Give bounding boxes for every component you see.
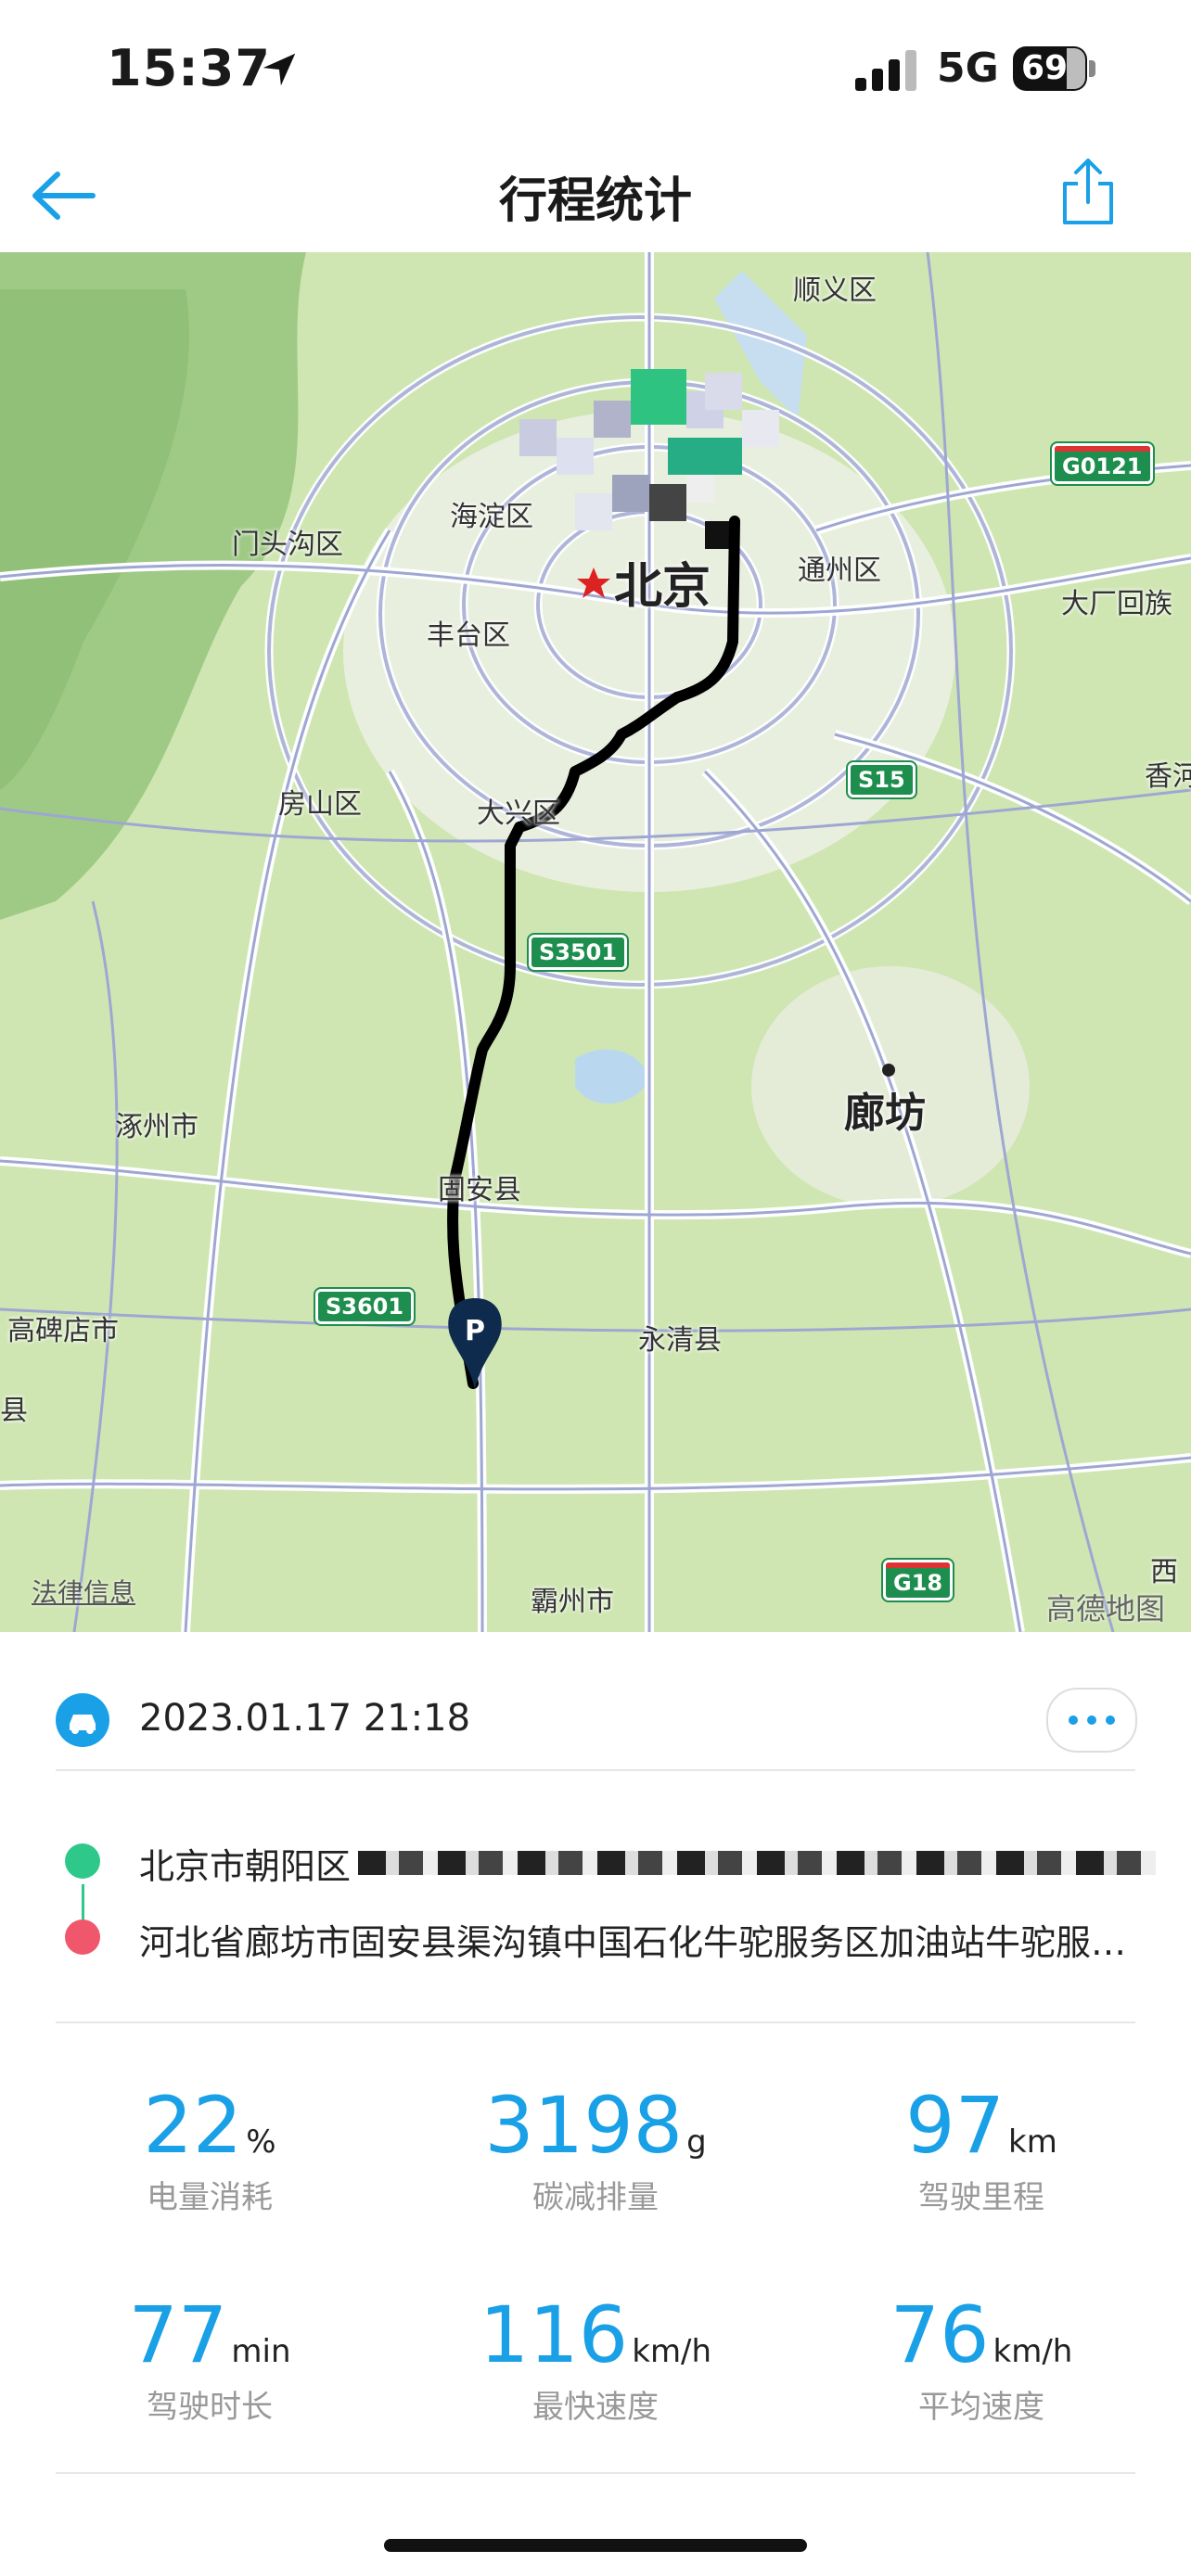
legal-info-link[interactable]: 法律信息 [32, 1573, 135, 1610]
stat-value: 77 [128, 2289, 228, 2380]
map-label-mentougou: 门头沟区 [232, 529, 343, 561]
start-dot-icon [65, 1843, 100, 1879]
map-label-zhuozhou: 涿州市 [115, 1111, 198, 1143]
stat-distance: 97 km 驾驶里程 [796, 2086, 1167, 2217]
end-dot-icon [65, 1919, 100, 1955]
stat-carbon-reduction: 3198 g 碳减排量 [410, 2086, 781, 2217]
divider [56, 2472, 1135, 2474]
start-location-row: 北京市朝阳区 [56, 1829, 1156, 1887]
stat-unit: min [231, 2333, 291, 2370]
stat-unit: g [686, 2123, 707, 2161]
map-label-daxing: 大兴区 [477, 797, 560, 830]
stat-value: 76 [890, 2289, 990, 2380]
trip-info-panel: 2023.01.17 21:18 北京市朝阳区 河北省廊坊市固安县渠沟镇中国石化… [0, 1632, 1191, 2576]
page-title: 行程统计 [498, 173, 692, 229]
signal-icon [855, 50, 916, 91]
end-location: 河北省廊坊市固安县渠沟镇中国石化牛驼服务区加油站牛驼服务区 [139, 1922, 1132, 1963]
end-location-row: 河北省廊坊市固安县渠沟镇中国石化牛驼服务区加油站牛驼服务区 [56, 1905, 1135, 1963]
location-arrow-icon [263, 53, 296, 86]
map-label-xian: 县 [0, 1395, 28, 1427]
parking-marker-label: P [465, 1315, 485, 1347]
stat-value: 22 [143, 2080, 243, 2171]
map-label-langfang: 廊坊 [844, 1090, 926, 1137]
share-icon[interactable] [1057, 158, 1119, 226]
stat-label: 驾驶时长 [147, 2389, 273, 2426]
stat-duration: 77 min 驾驶时长 [24, 2296, 395, 2427]
home-indicator[interactable] [384, 2539, 807, 2552]
stat-label: 电量消耗 [147, 2179, 273, 2216]
stat-max-speed: 116 km/h 最快速度 [410, 2296, 781, 2427]
stat-label: 平均速度 [918, 2389, 1044, 2426]
highway-shield-s3501: S3501 [526, 933, 630, 972]
map-label-fangshan: 房山区 [278, 788, 362, 821]
stat-unit: % [246, 2123, 276, 2161]
divider [56, 1769, 1135, 1771]
highway-shield-g18: G18 [880, 1558, 955, 1602]
map-label-beijing: 北京 [614, 559, 711, 615]
trip-datetime: 2023.01.17 21:18 [139, 1697, 471, 1740]
stat-battery-used: 22% 电量消耗 [24, 2086, 395, 2217]
map-label-bazhou: 霸州市 [531, 1586, 614, 1618]
highway-shield-s3601: S3601 [313, 1287, 416, 1326]
map-label-dachang: 大厂回族 [1061, 588, 1172, 620]
map-label-fengtai: 丰台区 [427, 619, 510, 652]
stat-label: 碳减排量 [532, 2179, 659, 2216]
map-label-xi: 西 [1150, 1556, 1178, 1588]
stat-value: 3198 [484, 2080, 684, 2171]
more-options-button[interactable] [1046, 1688, 1137, 1753]
map-label-xiang: 香河 [1145, 760, 1191, 793]
trip-date-row: 2023.01.17 21:18 [56, 1688, 1137, 1786]
map-label-gu-an: 固安县 [438, 1174, 521, 1206]
network-type: 5G [937, 45, 999, 92]
stat-unit: km [1008, 2123, 1057, 2161]
stat-unit: km/h [632, 2333, 712, 2370]
status-bar: 15:37 5G 69 [0, 0, 1191, 139]
map-label-gaobeidian: 高碑店市 [7, 1315, 119, 1347]
map-label-tongzhou: 通州区 [798, 555, 881, 587]
map-label-yongqing: 永清县 [638, 1324, 722, 1357]
map-label-shunyi: 顺义区 [793, 274, 877, 307]
stat-label: 驾驶里程 [918, 2179, 1044, 2216]
stat-label: 最快速度 [532, 2389, 659, 2426]
map-attribution: 高德地图 [1046, 1591, 1166, 1626]
map-label-haidian: 海淀区 [450, 501, 533, 533]
stat-value: 97 [905, 2080, 1005, 2171]
battery-level: 69 [1020, 49, 1069, 87]
stat-avg-speed: 76 km/h 平均速度 [796, 2296, 1167, 2427]
route-map[interactable]: 顺义区 海淀区 门头沟区 北京 通州区 大厂回族 丰台区 香河 房山区 大兴区 … [0, 252, 1191, 1632]
stat-unit: km/h [992, 2333, 1073, 2370]
battery-icon: 69 [1013, 46, 1098, 93]
status-time: 15:37 [107, 39, 271, 97]
stat-value: 116 [479, 2289, 629, 2380]
highway-shield-s15: S15 [846, 760, 917, 799]
highway-shield-g0121: G0121 [1050, 441, 1155, 486]
redacted-address [358, 1851, 1156, 1875]
car-icon [56, 1693, 109, 1747]
divider [56, 2021, 1135, 2023]
nav-bar: 行程统计 [0, 139, 1191, 252]
